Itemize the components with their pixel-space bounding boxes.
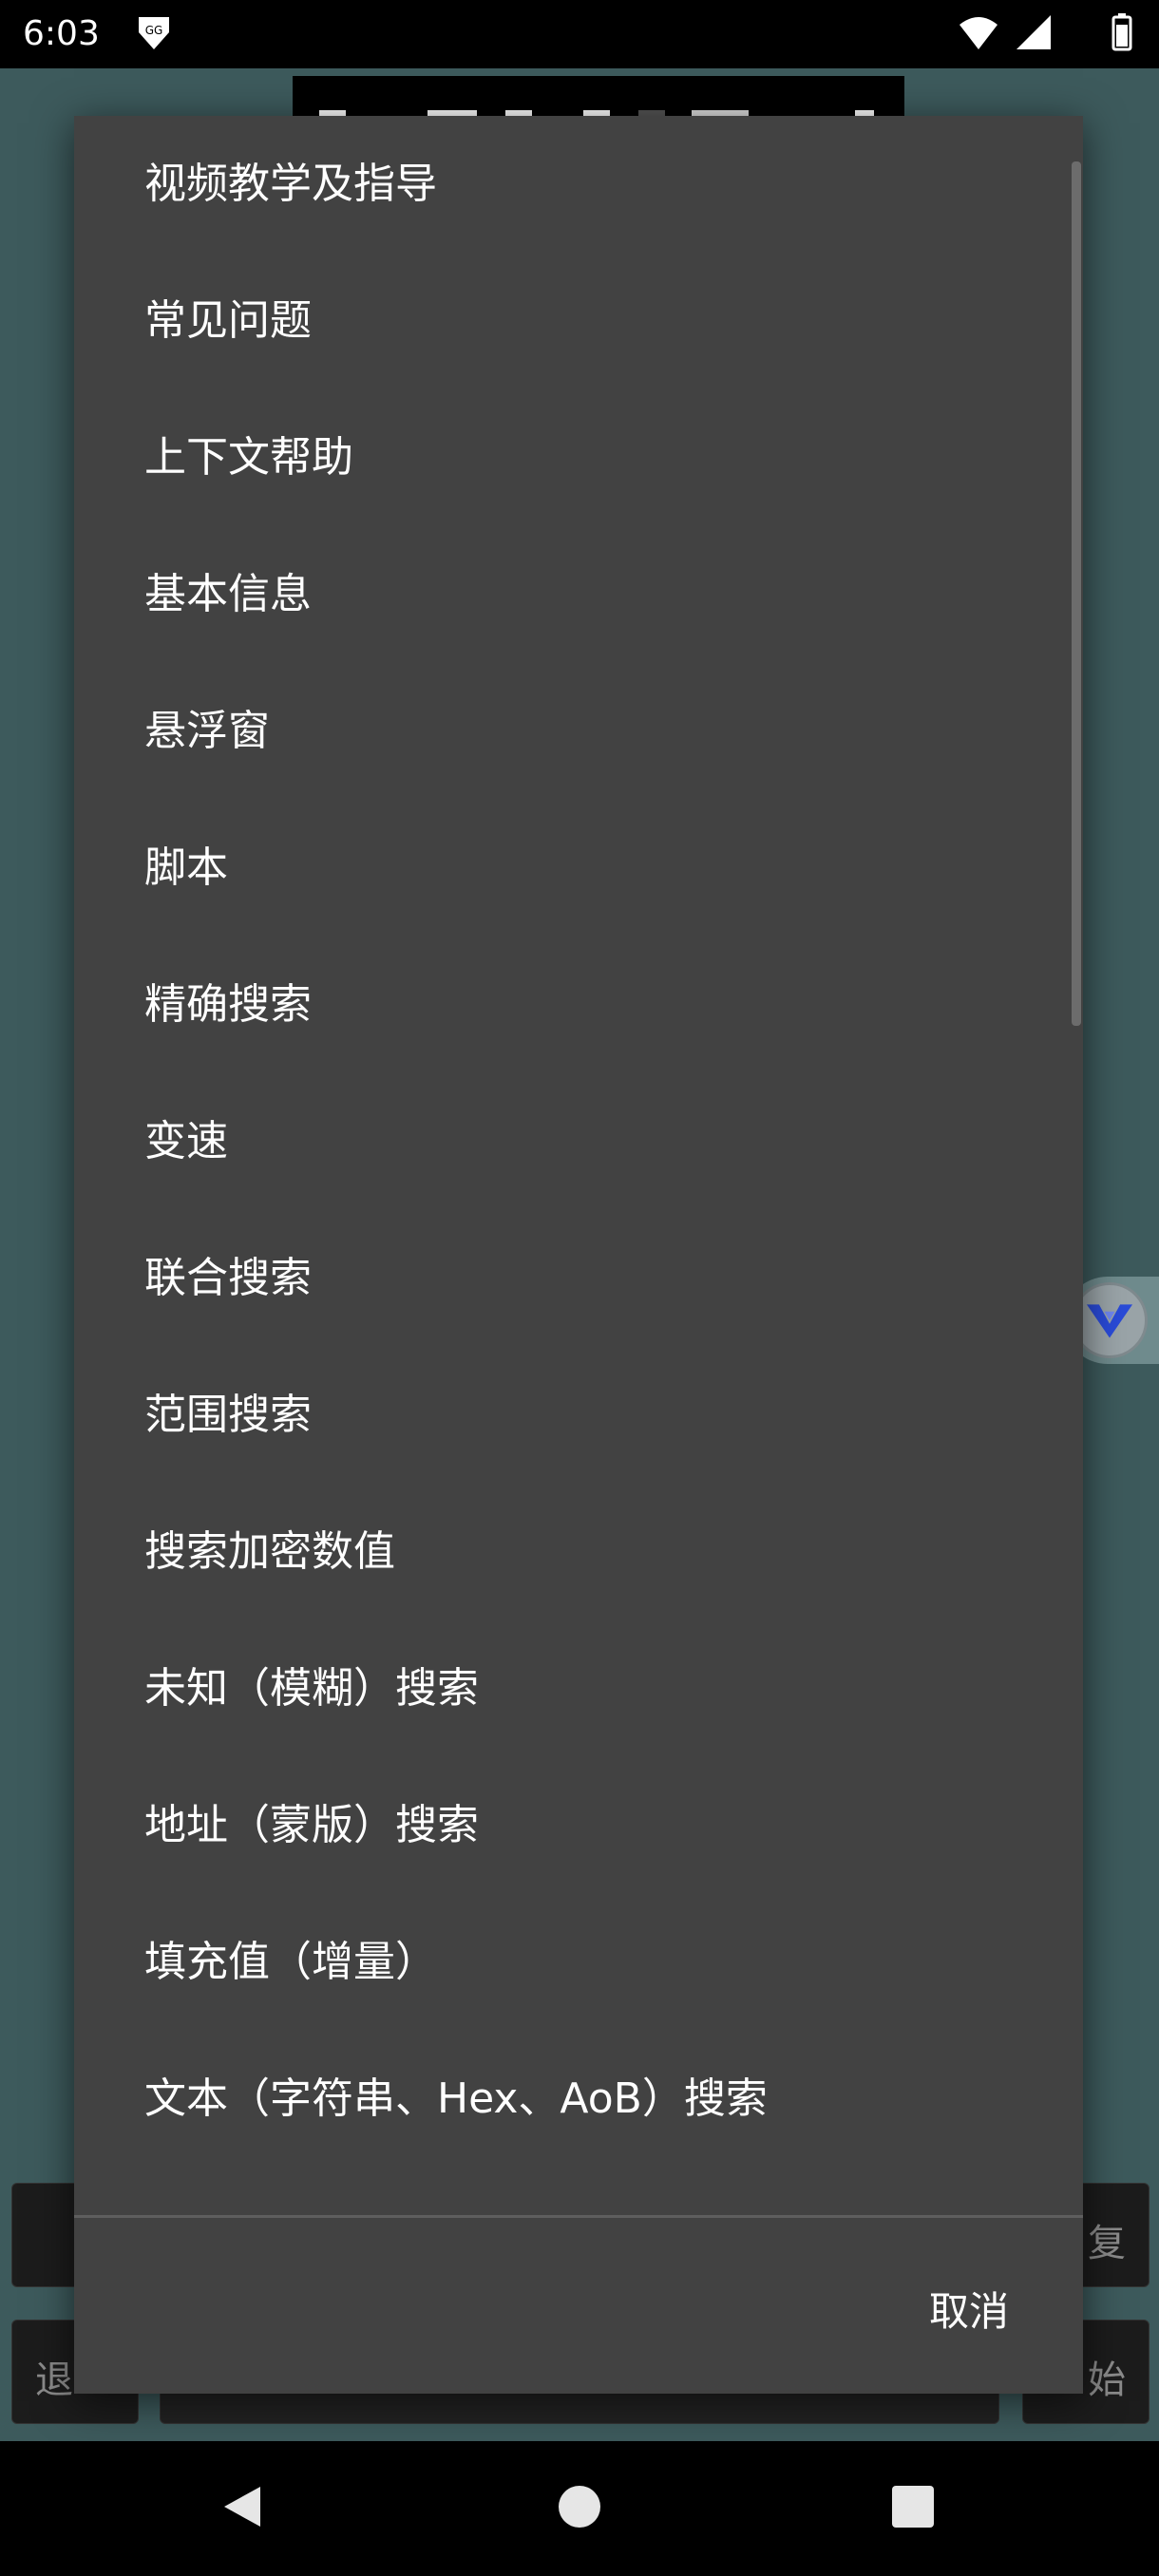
menu-item-script[interactable]: 脚本 <box>74 800 1083 937</box>
battery-icon <box>1112 13 1132 51</box>
help-menu-dialog: 视频教学及指导 常见问题 上下文帮助 基本信息 悬浮窗 脚本 精确搜索 变速 联… <box>74 116 1083 2394</box>
menu-item-text-search[interactable]: 文本（字符串、Hex、AoB）搜索 <box>74 2031 1083 2168</box>
status-time: 6:03 <box>23 14 100 53</box>
menu-item-fill-value[interactable]: 填充值（增量） <box>74 1894 1083 2031</box>
floating-button-inner <box>1072 1282 1148 1358</box>
menu-item-faq[interactable]: 常见问题 <box>74 253 1083 389</box>
menu-item-speed-hack[interactable]: 变速 <box>74 1073 1083 1210</box>
menu-item-context-help[interactable]: 上下文帮助 <box>74 389 1083 526</box>
menu-item-group-search[interactable]: 联合搜索 <box>74 1210 1083 1347</box>
menu-item-range-search[interactable]: 范围搜索 <box>74 1347 1083 1484</box>
v-logo-icon <box>1086 1304 1133 1338</box>
home-icon[interactable] <box>556 2483 603 2530</box>
signal-icon <box>1016 15 1051 49</box>
wifi-icon <box>960 17 998 49</box>
cancel-button[interactable]: 取消 <box>929 2283 1009 2340</box>
svg-text:GG: GG <box>145 24 163 37</box>
background-button-start-label: 始 <box>1088 2358 1126 2402</box>
dialog-scrollbar[interactable] <box>1072 161 1081 1026</box>
background-button-exit-label: 退 <box>35 2358 73 2402</box>
status-bar: 6:03 GG <box>0 0 1159 68</box>
navigation-bar <box>0 2441 1159 2576</box>
gg-icon: GG <box>139 17 169 49</box>
back-icon[interactable] <box>218 2483 266 2530</box>
menu-item-fuzzy-search[interactable]: 未知（模糊）搜索 <box>74 1620 1083 1757</box>
background-button-restore-label: 复 <box>1088 2222 1126 2265</box>
menu-item-video-tutorial[interactable]: 视频教学及指导 <box>74 116 1083 253</box>
menu-item-encrypted-search[interactable]: 搜索加密数值 <box>74 1484 1083 1620</box>
menu-item-basic-info[interactable]: 基本信息 <box>74 526 1083 663</box>
menu-item-mask-search[interactable]: 地址（蒙版）搜索 <box>74 1757 1083 1894</box>
menu-item-exact-search[interactable]: 精确搜索 <box>74 937 1083 1073</box>
dialog-divider <box>74 2215 1083 2218</box>
recents-icon[interactable] <box>889 2483 937 2530</box>
menu-item-floating-window[interactable]: 悬浮窗 <box>74 663 1083 800</box>
